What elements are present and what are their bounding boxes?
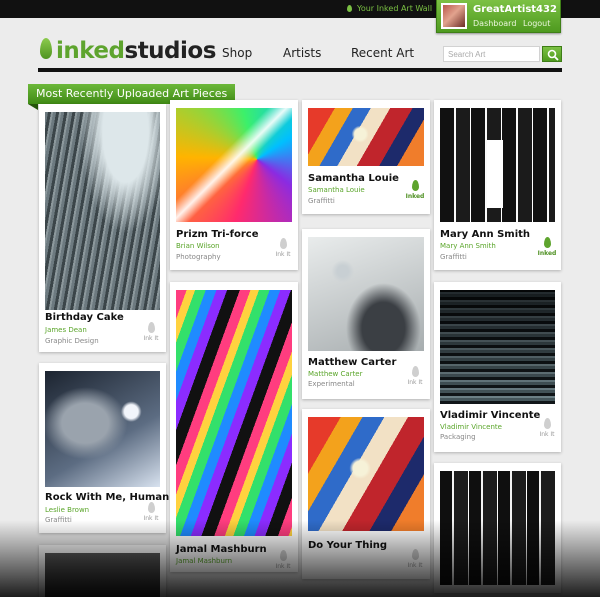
user-panel: GreatArtist432 Dashboard Logout [436, 0, 561, 33]
art-card[interactable] [434, 463, 561, 593]
logo-wordmark: inkedstudios [56, 38, 216, 64]
art-title[interactable]: Samantha Louie [308, 173, 399, 184]
username: GreatArtist432 [473, 4, 557, 15]
ink-drop-icon [147, 322, 155, 333]
artist-link[interactable]: Vladimir Vincente [440, 423, 502, 431]
ink-label: Ink It [143, 335, 159, 342]
art-title[interactable]: Vladimir Vincente [440, 410, 540, 421]
art-card[interactable]: Vladimir Vincente Vladimir Vincente Pack… [434, 282, 561, 452]
search-button[interactable] [542, 46, 562, 62]
avatar[interactable] [441, 3, 467, 29]
nav-recent-art[interactable]: Recent Art [351, 46, 414, 60]
art-title[interactable]: Birthday Cake [45, 312, 124, 323]
inked-button[interactable]: Inked [403, 180, 427, 200]
art-card[interactable]: Jamal Mashburn Jamal Mashburn Ink It [170, 282, 298, 572]
ink-drop-icon [411, 549, 419, 560]
art-title[interactable]: Mary Ann Smith [440, 229, 530, 240]
art-card[interactable]: Samantha Louie Samantha Louie Graffitti … [302, 100, 430, 214]
art-title[interactable]: Matthew Carter [308, 357, 396, 368]
art-card[interactable]: Matthew Carter Matthew Carter Experiment… [302, 229, 430, 399]
artwork-image[interactable] [440, 471, 555, 585]
ink-label: Ink It [275, 563, 291, 570]
ink-drop-icon [411, 366, 419, 377]
artwork-image[interactable] [45, 371, 160, 487]
ink-it-button[interactable]: Ink It [403, 366, 427, 386]
ink-label: Ink It [275, 251, 291, 258]
art-category: Experimental [308, 380, 355, 388]
logout-link[interactable]: Logout [523, 19, 550, 28]
art-title[interactable]: Do Your Thing [308, 540, 387, 551]
art-category: Photography [176, 253, 221, 261]
artist-link[interactable]: Leslie Brown [45, 506, 89, 514]
artwork-image[interactable] [440, 108, 555, 222]
ink-label: Inked [537, 250, 557, 257]
inked-art-wall-link[interactable]: Your Inked Art Wall [347, 4, 432, 13]
artwork-image[interactable] [176, 290, 292, 536]
artwork-image[interactable] [440, 290, 555, 404]
artwork-image[interactable] [176, 108, 292, 222]
art-category: Graffitti [308, 197, 335, 205]
art-card[interactable]: Prizm Tri-force Brian Wilson Photography… [170, 100, 298, 270]
header-rule [38, 68, 562, 72]
ink-it-button[interactable]: Ink It [271, 550, 295, 570]
inked-button[interactable]: Inked [535, 237, 559, 257]
artist-link[interactable]: James Dean [45, 326, 87, 334]
banner-fold [28, 104, 38, 110]
art-title[interactable]: Jamal Mashburn [176, 544, 267, 555]
art-card[interactable]: Mary Ann Smith Mary Ann Smith Graffitti … [434, 100, 561, 270]
ink-label: Ink It [407, 379, 423, 386]
ink-label: Inked [405, 193, 425, 200]
wall-link-label: Your Inked Art Wall [357, 4, 433, 13]
ink-drop-icon [347, 5, 352, 12]
artwork-image[interactable] [308, 108, 424, 166]
ink-it-button[interactable]: Ink It [535, 418, 559, 438]
ink-it-button[interactable]: Ink It [139, 502, 163, 522]
artist-link[interactable]: Matthew Carter [308, 370, 363, 378]
ink-drop-icon [279, 238, 287, 249]
ink-drop-icon [147, 502, 155, 513]
art-category: Graffitti [440, 253, 467, 261]
ink-drop-icon [411, 180, 419, 191]
artwork-image[interactable] [45, 553, 160, 597]
dashboard-link[interactable]: Dashboard [473, 19, 516, 28]
artwork-image[interactable] [308, 237, 424, 351]
ink-drop-icon [279, 550, 287, 561]
artist-link[interactable]: Jamal Mashburn [176, 557, 232, 565]
artist-link[interactable]: Samantha Louie [308, 186, 365, 194]
artist-link[interactable]: Brian Wilson [176, 242, 220, 250]
art-category: Graphic Design [45, 337, 99, 345]
artwork-image[interactable] [45, 112, 160, 310]
artwork-image[interactable] [308, 417, 424, 531]
search-icon [547, 49, 559, 61]
ink-drop-icon [543, 237, 551, 248]
ink-it-button[interactable]: Ink It [403, 549, 427, 569]
ink-label: Ink It [539, 431, 555, 438]
ink-drop-icon [543, 418, 551, 429]
art-title[interactable]: Prizm Tri-force [176, 229, 259, 240]
art-card[interactable]: Birthday Cake James Dean Graphic Design … [39, 104, 166, 352]
nav-shop[interactable]: Shop [222, 46, 252, 60]
ink-it-button[interactable]: Ink It [271, 238, 295, 258]
ink-label: Ink It [143, 515, 159, 522]
art-card[interactable]: Rock With Me, Human Leslie Brown Graffit… [39, 363, 169, 533]
art-category: Graffitti [45, 516, 72, 524]
art-card[interactable] [39, 545, 166, 597]
search-input[interactable] [443, 46, 540, 62]
artist-link[interactable]: Mary Ann Smith [440, 242, 496, 250]
art-category: Packaging [440, 433, 476, 441]
art-card[interactable]: Do Your Thing Ink It [302, 409, 430, 579]
ink-it-button[interactable]: Ink It [139, 322, 163, 342]
logo-drop-icon [40, 38, 52, 59]
nav-artists[interactable]: Artists [283, 46, 321, 60]
ink-label: Ink It [407, 562, 423, 569]
